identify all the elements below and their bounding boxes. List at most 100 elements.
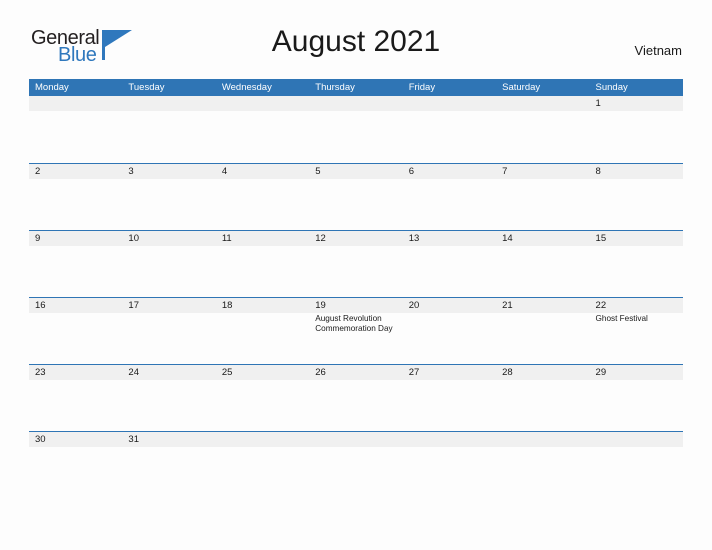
day-number: 30 <box>35 434 46 445</box>
day-number-band: 28 <box>496 365 590 380</box>
calendar-day-cell[interactable]: 15 <box>589 231 683 297</box>
calendar-day-cell[interactable]: 6 <box>402 164 497 230</box>
calendar-grid: Monday Tuesday Wednesday Thursday Friday Satu… <box>29 79 683 449</box>
day-number: 1 <box>595 98 601 109</box>
calendar-day-cell[interactable]: 28 <box>496 365 590 431</box>
day-number-band <box>215 96 310 111</box>
day-number: 11 <box>221 233 232 244</box>
day-number: 9 <box>35 233 41 244</box>
calendar-day-cell[interactable]: 12 <box>309 231 403 297</box>
day-number-band: 24 <box>122 365 216 380</box>
day-number: 4 <box>221 166 228 177</box>
day-number: 21 <box>502 300 513 311</box>
day-number-band: 1 <box>589 96 683 111</box>
calendar-day-cell-empty <box>496 96 590 163</box>
calendar-day-cell[interactable]: 13 <box>402 231 497 297</box>
day-number-band: 20 <box>402 298 497 313</box>
calendar-day-cell[interactable]: 14 <box>496 231 590 297</box>
day-of-week-header-saturday: Saturday <box>502 82 541 93</box>
day-of-week-header-sunday: Sunday <box>595 82 628 93</box>
calendar-day-cell[interactable]: 26 <box>309 365 403 431</box>
calendar-day-cell[interactable]: 8 <box>589 164 683 230</box>
day-number-band <box>29 96 123 111</box>
calendar-day-cell[interactable]: 30 <box>29 432 123 449</box>
day-number: 17 <box>128 300 139 311</box>
day-number-band: 6 <box>402 164 497 179</box>
day-number: 22 <box>595 300 607 311</box>
day-number-band: 15 <box>589 231 683 246</box>
day-of-week-header-monday: Monday <box>35 82 69 93</box>
day-number: 18 <box>221 300 233 311</box>
day-number-band <box>215 432 310 447</box>
day-number: 23 <box>35 367 46 378</box>
day-number: 25 <box>221 367 233 378</box>
day-number: 20 <box>408 300 420 311</box>
day-number: 28 <box>502 367 513 378</box>
day-number: 15 <box>595 233 607 244</box>
calendar-week-row: 23 24 25 26 27 28 29 <box>29 364 683 431</box>
day-number: 14 <box>502 233 513 244</box>
day-number-band <box>589 432 683 447</box>
event-label: August Revolution Commemoration Day <box>315 314 393 333</box>
calendar-day-cell[interactable]: 23 <box>29 365 123 431</box>
day-number-band: 9 <box>29 231 123 246</box>
calendar-day-cell-empty <box>402 96 497 163</box>
day-number: 8 <box>595 166 601 177</box>
day-of-week-header-row: Monday Tuesday Wednesday Thursday Friday Satu… <box>29 79 683 96</box>
calendar-day-cell[interactable]: 31 <box>122 432 216 449</box>
calendar-day-cell-empty <box>29 96 123 163</box>
day-number-band: 11 <box>215 231 310 246</box>
day-number: 29 <box>595 367 607 378</box>
calendar-day-cell[interactable]: 17 <box>122 298 216 364</box>
day-number: 13 <box>408 233 420 244</box>
day-number: 16 <box>35 300 46 311</box>
calendar-day-cell[interactable]: 25 <box>215 365 310 431</box>
calendar-day-cell[interactable]: 5 <box>309 164 403 230</box>
day-number: 24 <box>128 367 139 378</box>
calendar-day-cell[interactable]: 1 <box>589 96 683 163</box>
calendar-week-row: 16 17 18 19 August Revolution Commemoration … <box>29 297 683 364</box>
calendar-day-cell[interactable]: 9 <box>29 231 123 297</box>
calendar-day-cell[interactable]: 29 <box>589 365 683 431</box>
calendar-day-cell[interactable]: 24 <box>122 365 216 431</box>
day-number-band: 3 <box>122 164 216 179</box>
calendar-week-row: 1 <box>29 96 683 163</box>
calendar-day-cell[interactable]: 18 <box>215 298 310 364</box>
day-number-band: 17 <box>122 298 216 313</box>
calendar-day-cell[interactable]: 4 <box>215 164 310 230</box>
calendar-day-cell[interactable]: 27 <box>402 365 497 431</box>
day-number: 19 <box>315 300 326 311</box>
calendar-day-cell[interactable]: 22 Ghost Festival <box>589 298 683 364</box>
day-of-week-header-thursday: Thursday <box>315 82 355 93</box>
day-number-band: 21 <box>496 298 590 313</box>
calendar-day-cell[interactable]: 3 <box>122 164 216 230</box>
day-number: 2 <box>35 166 41 177</box>
calendar-day-cell-empty <box>589 432 683 449</box>
day-number-band: 4 <box>215 164 310 179</box>
day-number-band: 19 <box>309 298 403 313</box>
day-number-band: 10 <box>122 231 216 246</box>
calendar-day-cell[interactable]: 11 <box>215 231 310 297</box>
day-number-band <box>496 432 590 447</box>
day-of-week-header-wednesday: Wednesday <box>221 82 272 93</box>
calendar-day-cell[interactable]: 10 <box>122 231 216 297</box>
day-number-band: 12 <box>309 231 403 246</box>
day-number-band: 16 <box>29 298 123 313</box>
calendar-day-cell[interactable]: 16 <box>29 298 123 364</box>
day-number-band <box>402 96 497 111</box>
day-number-band: 27 <box>402 365 497 380</box>
calendar-day-cell[interactable]: 7 <box>496 164 590 230</box>
calendar-day-cell[interactable]: 19 August Revolution Commemoration Day <box>309 298 403 364</box>
day-number-band: 26 <box>309 365 403 380</box>
calendar-day-cell[interactable]: 2 <box>29 164 123 230</box>
calendar-week-row: 2 3 4 5 6 7 8 <box>29 163 683 230</box>
calendar-day-cell[interactable]: 20 <box>402 298 497 364</box>
calendar-page: General Blue August 2021 Vietnam Monday T… <box>0 0 712 550</box>
day-number: 12 <box>315 233 326 244</box>
day-of-week-header-friday: Friday <box>408 82 436 93</box>
day-number-band <box>309 432 403 447</box>
day-number: 26 <box>315 367 326 378</box>
day-of-week-header-tuesday: Tuesday <box>128 82 165 93</box>
day-number-band: 14 <box>496 231 590 246</box>
calendar-day-cell[interactable]: 21 <box>496 298 590 364</box>
